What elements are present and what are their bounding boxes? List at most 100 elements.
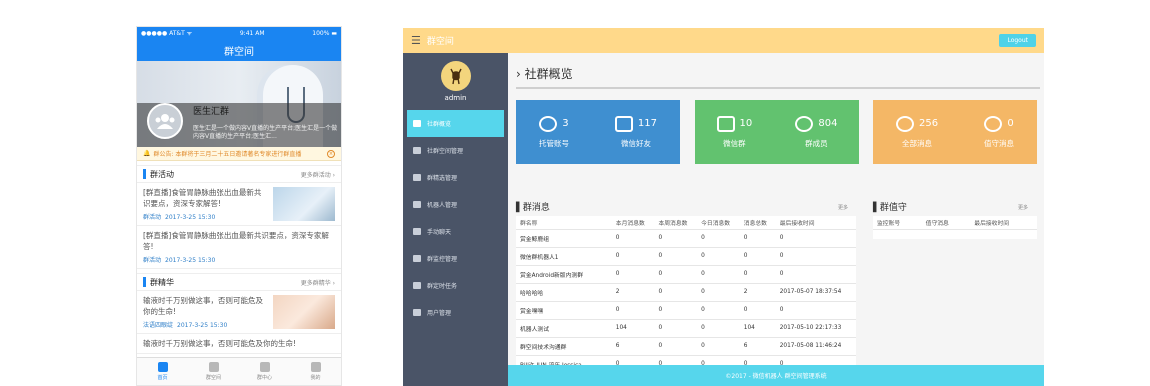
column-header: 消息总数 — [739, 216, 776, 230]
sidebar-item-robot-mgmt[interactable]: 机器人管理 — [403, 191, 508, 218]
table-cell: 2 — [611, 283, 655, 302]
user-circle-icon — [539, 115, 558, 132]
sidebar-item-manual-chat[interactable]: 手动聊天 — [403, 218, 508, 245]
section-header-highlights: 群精华 更多群精华 › — [137, 273, 341, 291]
table-cell: 0 — [611, 247, 655, 266]
book-icon — [413, 309, 421, 316]
close-icon[interactable]: × — [327, 149, 335, 158]
main-content: › 社群概览 3 托管账号 117 微信好友 10 微信群 804 群成员 256 全部消… — [508, 53, 1044, 386]
user-icon — [310, 362, 321, 372]
messages-more-link[interactable]: 更多 — [838, 204, 848, 211]
table-cell: 0 — [654, 247, 698, 266]
column-header: 监控账号 — [873, 216, 922, 230]
sidebar-item-space-mgmt[interactable]: 社群空间管理 — [403, 137, 508, 164]
bell-icon: 🔔 — [143, 150, 151, 157]
footer-text: ©2017 - 微信机器人 群空间管理系统 — [725, 373, 827, 380]
stat-card-accounts[interactable]: 3 托管账号 117 微信好友 — [516, 100, 680, 164]
table-row[interactable]: 机器人测试 104 0 0 104 2017-05-10 22:17:33 — [516, 319, 856, 338]
dashboard-icon — [413, 120, 421, 127]
table-cell: 0 — [739, 229, 776, 248]
table-cell: 0 — [697, 265, 740, 284]
table-cell: 104 — [739, 319, 776, 338]
status-bar: ●●●●● AT&T ᯤ 9:41 AM 100% ▬ — [137, 27, 341, 39]
item-thumbnail — [273, 295, 335, 329]
group-avatar — [147, 103, 183, 139]
announcement-bar[interactable]: 🔔 群公告: 本群将于三月二十五日邀请著名专家进行群直播 × — [137, 147, 341, 161]
user-name: admin — [444, 94, 467, 102]
table-row[interactable]: 赏金嘿嘿 0 0 0 0 0 — [516, 301, 856, 320]
duty-more-link[interactable]: 更多 — [1018, 204, 1028, 211]
table-cell: 0 — [654, 301, 698, 320]
stat-card-messages[interactable]: 256 全部消息 0 值守消息 — [873, 100, 1037, 164]
table-cell: 0 — [654, 265, 698, 284]
table-cell: 0 — [775, 229, 856, 248]
tab-profile[interactable]: 我的 — [290, 358, 341, 385]
group-banner[interactable]: 医生汇群 医生汇是一个做内容V直播的生产平台;医生汇是一个做内容V直播的生产平台… — [137, 61, 341, 147]
messages-table: 群名称 本月消息数 本周消息数 今日消息数 消息总数 最后接收时间 赏金鲸鹿组 0 0 0 0 0 微… — [516, 216, 856, 386]
user-avatar — [440, 61, 471, 91]
column-header: 本周消息数 — [654, 216, 698, 230]
section-marker — [143, 169, 146, 179]
table-cell: 104 — [611, 319, 655, 338]
table-cell: 0 — [611, 301, 655, 320]
contact-card-icon — [716, 115, 735, 132]
logout-button[interactable]: Logout — [999, 34, 1036, 47]
table-row[interactable]: 赏金Android新版内测群 0 0 0 0 0 — [516, 265, 856, 284]
menu-icon[interactable]: ☰ — [411, 34, 421, 47]
tab-bar: 首页 群空间 群中心 我的 — [137, 357, 341, 385]
table-row[interactable]: 微信群机器人1 0 0 0 0 0 — [516, 247, 856, 266]
sidebar-item-overview[interactable]: 社群概览 — [407, 110, 504, 137]
table-cell: 0 — [654, 337, 698, 356]
section-header-activities: 群活动 更多群活动 › — [137, 165, 341, 183]
table-cell: 赏金嘿嘿 — [516, 301, 612, 320]
duty-table: 监控账号 值守消息 最后接收时间 — [873, 216, 1037, 239]
monitor-icon — [413, 147, 421, 154]
table-cell: 0 — [775, 265, 856, 284]
table-cell: 哈哈哈哈 — [516, 283, 612, 302]
tab-home[interactable]: 首页 — [137, 358, 188, 385]
page-title: › 社群概览 — [516, 67, 573, 81]
group-description: 医生汇是一个做内容V直播的生产平台;医生汇是一个做内容V直播的生产平台;医生汇.… — [193, 125, 338, 140]
table-row[interactable]: 赏金鲸鹿组 0 0 0 0 0 — [516, 229, 856, 248]
stat-card-groups[interactable]: 10 微信群 804 群成员 — [695, 100, 859, 164]
list-item[interactable]: [群直播]食管胃静脉曲张出血最新共识要点，资深专家解答! 群活动 2017-3-2… — [137, 226, 341, 269]
item-title: [群直播]食管胃静脉曲张出血最新共识要点，资深专家解答! — [143, 188, 262, 208]
more-activities-link[interactable]: 更多群活动 › — [301, 170, 335, 179]
table-cell: 0 — [697, 283, 740, 302]
table-cell: 0 — [697, 337, 740, 356]
table-row[interactable]: 哈哈哈哈 2 0 0 2 2017-05-07 18:37:54 — [516, 283, 856, 302]
table-cell: 0 — [697, 319, 740, 338]
more-highlights-link[interactable]: 更多群精华 › — [301, 278, 335, 287]
sidebar-item-users[interactable]: 用户管理 — [403, 299, 508, 326]
table-cell: 0 — [611, 265, 655, 284]
item-meta: 群活动 2017-3-25 15:30 — [143, 257, 216, 264]
sidebar-item-monitor[interactable]: 群监控管理 — [403, 245, 508, 272]
table-cell: 群空间技术沟通群 — [516, 337, 612, 356]
tab-group-space[interactable]: 群空间 — [188, 358, 239, 385]
sidebar-item-featured-mgmt[interactable]: 群精选管理 — [403, 164, 508, 191]
table-cell: 机器人测试 — [516, 319, 612, 338]
list-item[interactable]: 输液时千万别做这事，否则可能危及你的生命! — [137, 334, 341, 354]
battery: 100% ▬ — [312, 29, 337, 37]
table-row[interactable]: 群空间技术沟通群 6 0 0 6 2017-05-08 11:46:24 — [516, 337, 856, 356]
table-cell: 2 — [739, 283, 776, 302]
list-item[interactable]: 输液时千万别做这事，否则可能危及你的生命! 法语四眼绽 2017-3-25 15:… — [137, 291, 341, 334]
announcement-text: 群公告: 本群将于三月二十五日邀请著名专家进行群直播 — [153, 151, 302, 158]
sidebar: admin 社群概览 社群空间管理 群精选管理 机器人管理 手动聊天 群监控管理… — [403, 53, 508, 386]
section-title: 群精华 — [150, 277, 174, 287]
tab-group-center[interactable]: 群中心 — [239, 358, 290, 385]
nav-bar: 群空间 — [137, 39, 341, 61]
sidebar-item-scheduled[interactable]: 群定时任务 — [403, 272, 508, 299]
item-title: 输液时千万别做这事，否则可能危及你的生命! — [143, 296, 263, 316]
table-cell: 0 — [697, 247, 740, 266]
table-cell: 2017-05-10 22:17:33 — [775, 319, 856, 338]
duty-panel-title: ▌群值守 — [873, 203, 907, 213]
item-title: 输液时千万别做这事，否则可能危及你的生命! — [143, 339, 297, 348]
column-header: 群名称 — [516, 216, 612, 230]
group-space-icon — [208, 362, 219, 372]
group-name: 医生汇群 — [193, 107, 230, 117]
table-cell: 赏金Android新版内测群 — [516, 265, 612, 284]
column-header: 最后接收时间 — [775, 216, 856, 230]
list-item[interactable]: [群直播]食管胃静脉曲张出血最新共识要点，资深专家解答! 群活动 2017-3-2… — [137, 183, 341, 226]
table-cell: 6 — [739, 337, 776, 356]
